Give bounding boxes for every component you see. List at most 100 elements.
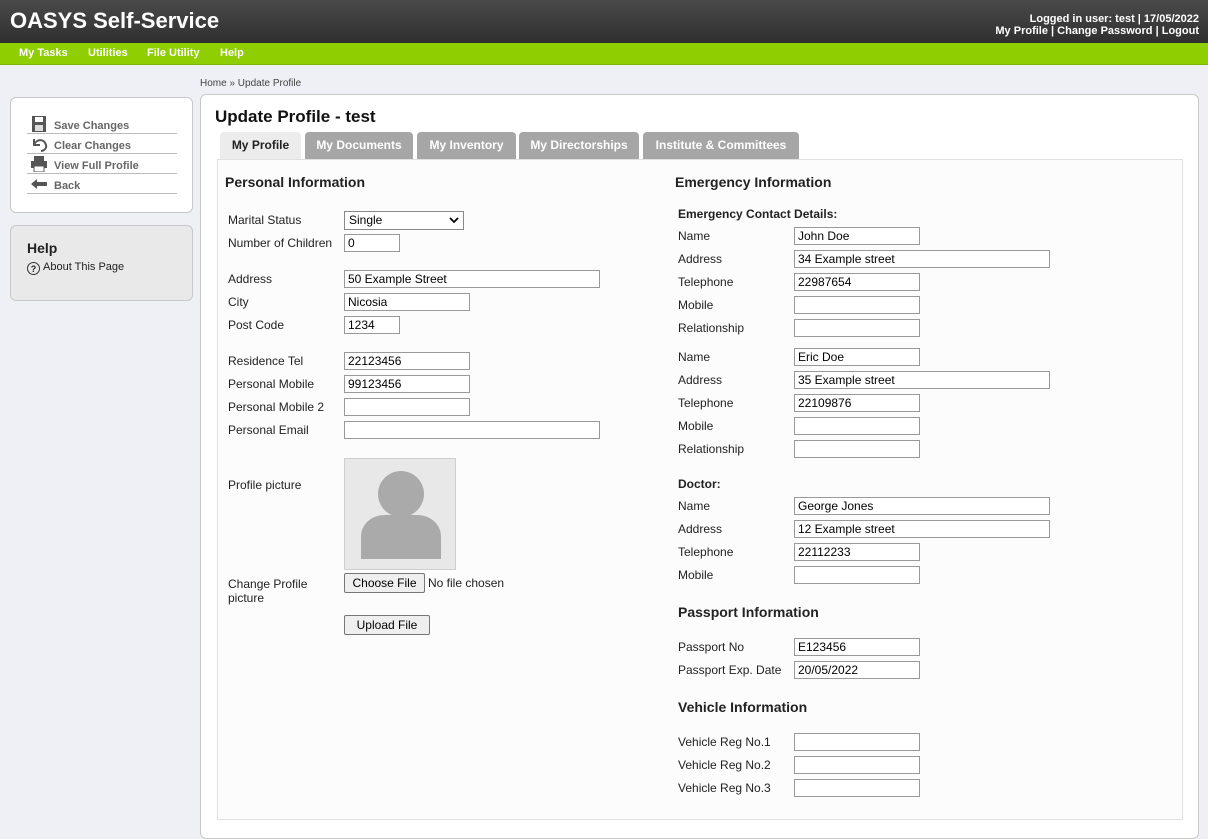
upload-file-button[interactable]: Upload File — [344, 615, 430, 635]
tab-my-profile[interactable]: My Profile — [220, 132, 301, 160]
my-profile-link[interactable]: My Profile — [995, 25, 1048, 37]
residence-tel-label: Residence Tel — [228, 354, 304, 368]
postcode-label: Post Code — [228, 318, 285, 332]
choose-file-button[interactable]: Choose File — [344, 573, 425, 593]
link-separator: | — [1155, 25, 1159, 37]
marital-status-select[interactable]: Single — [344, 211, 464, 230]
children-input[interactable] — [344, 234, 400, 252]
tab-my-inventory[interactable]: My Inventory — [417, 132, 516, 159]
doctor-address-label: Address — [678, 522, 723, 536]
user-links: My Profile | Change Password | Logout — [995, 25, 1199, 37]
tab-my-documents[interactable]: My Documents — [305, 132, 413, 159]
contact1-address-input[interactable] — [794, 250, 1050, 268]
profile-picture-label: Profile picture — [228, 478, 302, 492]
personal-info-heading: Personal Information — [225, 174, 366, 190]
vehicle-reg-2-label: Vehicle Reg No.2 — [678, 758, 771, 772]
children-label: Number of Children — [228, 236, 333, 250]
contact1-relationship-label: Relationship — [678, 321, 745, 335]
no-file-chosen-text: No file chosen — [428, 576, 505, 590]
help-link-label: About This Page — [43, 261, 125, 273]
profile-form-panel: Personal Information Marital Status Sing… — [217, 159, 1183, 820]
doctor-telephone-label: Telephone — [678, 545, 734, 559]
doctor-address-input[interactable] — [794, 520, 1050, 538]
question-icon: ? — [27, 262, 40, 275]
passport-no-label: Passport No — [678, 640, 745, 654]
postcode-input[interactable] — [344, 316, 400, 334]
save-changes-button[interactable]: Save Changes — [27, 114, 177, 134]
nav-file-utility[interactable]: File Utility — [147, 47, 200, 59]
contact1-telephone-input[interactable] — [794, 273, 920, 291]
change-picture-label: Change Profile picture — [228, 577, 307, 605]
doctor-telephone-input[interactable] — [794, 543, 920, 561]
city-input[interactable] — [344, 293, 470, 311]
doctor-name-label: Name — [678, 499, 711, 513]
passport-exp-input[interactable] — [794, 661, 920, 679]
breadcrumb: Home » Update Profile — [200, 78, 302, 89]
change-picture-label-line2: picture — [228, 591, 265, 605]
top-header: OASYS Self-Service Logged in user: test … — [0, 0, 1208, 43]
logged-in-text: Logged in user: test | 17/05/2022 — [1029, 13, 1199, 25]
city-label: City — [228, 295, 249, 309]
tab-institute-committees[interactable]: Institute & Committees — [643, 132, 799, 159]
action-label: Save Changes — [54, 120, 130, 132]
help-title: Help — [27, 240, 58, 256]
contact2-mobile-label: Mobile — [678, 419, 714, 433]
nav-my-tasks[interactable]: My Tasks — [19, 47, 68, 59]
page-title: Update Profile - test — [215, 107, 376, 126]
contact2-mobile-input[interactable] — [794, 417, 920, 435]
contact1-mobile-input[interactable] — [794, 296, 920, 314]
profile-picture — [344, 458, 456, 570]
contact1-name-input[interactable] — [794, 227, 920, 245]
doctor-mobile-label: Mobile — [678, 568, 714, 582]
about-this-page-link[interactable]: ? About This Page — [27, 261, 124, 275]
undo-icon — [33, 139, 48, 152]
main-nav: My Tasks Utilities File Utility Help — [0, 43, 1208, 65]
personal-mobile-2-input[interactable] — [344, 398, 470, 416]
help-panel: Help ? About This Page — [10, 225, 193, 301]
vehicle-reg-3-label: Vehicle Reg No.3 — [678, 781, 771, 795]
contact2-address-input[interactable] — [794, 371, 1050, 389]
vehicle-reg-2-input[interactable] — [794, 756, 920, 774]
contact1-telephone-label: Telephone — [678, 275, 734, 289]
action-label: Clear Changes — [54, 140, 132, 152]
action-label: View Full Profile — [54, 160, 139, 172]
action-label: Back — [54, 180, 81, 192]
link-separator: | — [1051, 25, 1055, 37]
marital-status-value: Single — [349, 213, 383, 227]
address-label: Address — [228, 272, 273, 286]
vehicle-reg-1-label: Vehicle Reg No.1 — [678, 735, 771, 749]
view-full-profile-button[interactable]: View Full Profile — [27, 154, 177, 174]
personal-mobile-input[interactable] — [344, 375, 470, 393]
tab-my-directorships[interactable]: My Directorships — [519, 132, 639, 159]
nav-utilities[interactable]: Utilities — [88, 47, 128, 59]
contact1-relationship-input[interactable] — [794, 319, 920, 337]
residence-tel-input[interactable] — [344, 352, 470, 370]
personal-email-input[interactable] — [344, 421, 600, 439]
vehicle-reg-3-input[interactable] — [794, 779, 920, 797]
personal-mobile-label: Personal Mobile — [228, 377, 315, 391]
contact2-telephone-input[interactable] — [794, 394, 920, 412]
contact2-address-label: Address — [678, 373, 723, 387]
vehicle-info-heading: Vehicle Information — [678, 699, 808, 715]
avatar-placeholder-icon — [361, 471, 441, 559]
marital-status-label: Marital Status — [228, 213, 302, 227]
logout-link[interactable]: Logout — [1162, 25, 1199, 37]
doctor-name-input[interactable] — [794, 497, 1050, 515]
doctor-mobile-input[interactable] — [794, 566, 920, 584]
personal-email-label: Personal Email — [228, 423, 309, 437]
contact2-relationship-label: Relationship — [678, 442, 745, 456]
back-arrow-icon — [31, 179, 47, 189]
contact2-relationship-input[interactable] — [794, 440, 920, 458]
contact2-name-label: Name — [678, 350, 711, 364]
contact2-name-input[interactable] — [794, 348, 920, 366]
back-button[interactable]: Back — [27, 174, 177, 194]
passport-info-heading: Passport Information — [678, 604, 819, 620]
vehicle-reg-1-input[interactable] — [794, 733, 920, 751]
clear-changes-button[interactable]: Clear Changes — [27, 134, 177, 154]
nav-help[interactable]: Help — [220, 47, 244, 59]
address-input[interactable] — [344, 270, 600, 288]
change-picture-label-line1: Change Profile — [228, 577, 308, 591]
emergency-info-heading: Emergency Information — [675, 174, 832, 190]
change-password-link[interactable]: Change Password — [1057, 25, 1152, 37]
passport-no-input[interactable] — [794, 638, 920, 656]
